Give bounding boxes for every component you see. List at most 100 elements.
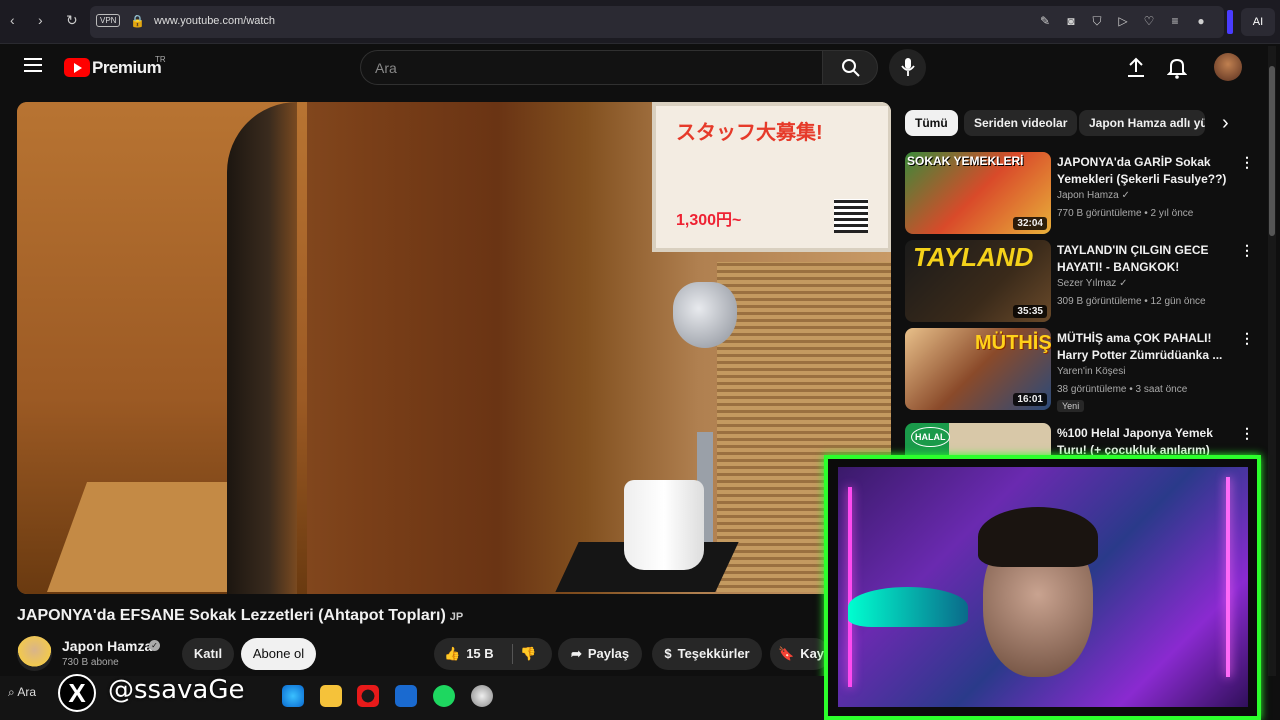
menu-icon[interactable]	[24, 58, 42, 76]
voice-search-button[interactable]	[889, 49, 926, 86]
subscriber-count: 730 B abone	[62, 657, 119, 668]
neon-light	[1226, 477, 1230, 677]
more-options-icon[interactable]: ⋮	[1240, 425, 1254, 442]
verified-icon: ✓	[1119, 278, 1128, 289]
recommendation-item[interactable]: MÜTHİŞ 16:01 MÜTHİŞ ama ÇOK PAHALI! Harr…	[905, 328, 1255, 412]
video-frame-tap	[673, 282, 737, 348]
share-icon: ➦	[570, 646, 582, 661]
list-icon[interactable]: ≡	[1168, 14, 1182, 28]
search-input[interactable]	[361, 51, 822, 84]
bookmark-icon: 🔖	[778, 646, 795, 661]
opera-icon[interactable]	[357, 685, 379, 707]
video-title: JAPONYA'da EFSANE Sokak Lezzetleri (Ahta…	[17, 607, 463, 625]
recommendation-item[interactable]: TAYLAND 35:35 TAYLAND'IN ÇILGIN GECE HAY…	[905, 240, 1255, 322]
brand-name[interactable]: Premium	[92, 58, 162, 78]
search-box[interactable]	[360, 50, 822, 85]
new-badge: Yeni	[1057, 400, 1085, 412]
subscribe-button[interactable]: Abone ol	[241, 638, 316, 670]
country-code: TR	[155, 55, 166, 64]
recommendation-channel-name[interactable]: Sezer Yılmaz	[1057, 278, 1116, 289]
recommendation-thumbnail[interactable]: HALAL	[905, 423, 1051, 457]
chip-all[interactable]: Tümü	[905, 110, 958, 136]
more-options-icon[interactable]: ⋮	[1240, 330, 1254, 347]
search-button[interactable]	[822, 50, 878, 85]
thumbnail-text: HALAL	[911, 427, 950, 447]
reload-icon[interactable]: ↻	[66, 12, 78, 29]
edit-icon[interactable]: ✎	[1038, 14, 1052, 28]
scrollbar-thumb[interactable]	[1269, 66, 1275, 236]
thumbnail-text: SOKAK YEMEKLERİ	[907, 154, 1024, 168]
verified-icon: ✓	[1121, 190, 1130, 201]
recommendation-title[interactable]: MÜTHİŞ ama ÇOK PAHALI! Harry Potter Zümr…	[1057, 330, 1229, 364]
recommendation-channel[interactable]: Yaren'in Köşesi	[1057, 366, 1125, 377]
dislike-icon[interactable]: 👎	[520, 638, 536, 670]
like-icon[interactable]: 👍	[444, 638, 460, 670]
recommendation-title[interactable]: JAPONYA'da GARİP Sokak Yemekleri (Şekerl…	[1057, 154, 1229, 188]
join-button[interactable]: Katıl	[182, 638, 234, 670]
taskbar-search[interactable]: ⌕ Ara	[8, 685, 36, 700]
recommendation-item[interactable]: SOKAK YEMEKLERİ 32:04 JAPONYA'da GARİP S…	[905, 152, 1255, 234]
chip-channel[interactable]: Japon Hamza adlı yü	[1079, 110, 1205, 136]
video-title-text: JAPONYA'da EFSANE Sokak Lezzetleri (Ahta…	[17, 607, 446, 624]
social-handle: @ssavaGe	[108, 675, 245, 705]
taskbar-search-label[interactable]: Ara	[17, 685, 36, 699]
video-player[interactable]: スタッフ大募集! 1,300円~	[17, 102, 891, 594]
title-badge: JP	[449, 611, 464, 623]
like-dislike-group: 👍 15 B 👎	[434, 638, 552, 670]
more-options-icon[interactable]: ⋮	[1240, 154, 1254, 171]
mic-icon	[901, 58, 915, 76]
more-options-icon[interactable]: ⋮	[1240, 242, 1254, 259]
video-frame-cup	[624, 480, 704, 570]
mail-icon[interactable]	[395, 685, 417, 707]
decor-car	[848, 587, 968, 627]
chevron-right-icon[interactable]: ›	[1222, 112, 1229, 135]
app-icon[interactable]	[471, 685, 493, 707]
profile-icon[interactable]: ●	[1194, 14, 1208, 28]
recommendation-channel[interactable]: Sezer Yılmaz ✓	[1057, 278, 1127, 289]
forward-icon[interactable]: ›	[38, 12, 43, 28]
url-text[interactable]: www.youtube.com/watch	[154, 15, 275, 27]
video-frame-poster: スタッフ大募集! 1,300円~	[652, 102, 891, 252]
recommendation-meta: 38 görüntüleme • 3 saat önce	[1057, 384, 1188, 395]
recommendation-thumbnail[interactable]: TAYLAND 35:35	[905, 240, 1051, 322]
chip-series[interactable]: Seriden videolar	[964, 110, 1078, 136]
spotify-icon[interactable]	[433, 685, 455, 707]
account-avatar[interactable]	[1214, 53, 1242, 81]
recommendation-channel[interactable]: Japon Hamza ✓	[1057, 190, 1130, 201]
vpn-badge[interactable]: VPN	[96, 14, 121, 27]
heart-icon[interactable]: ♡	[1142, 14, 1156, 28]
duration-badge: 16:01	[1013, 393, 1047, 406]
address-bar[interactable]: VPN 🔒 www.youtube.com/watch	[90, 6, 1224, 38]
folder-icon[interactable]	[320, 685, 342, 707]
save-button[interactable]: 🔖 Kay	[770, 638, 830, 670]
recommendation-channel-name[interactable]: Japon Hamza	[1057, 190, 1119, 201]
recommendation-title[interactable]: TAYLAND'IN ÇILGIN GECE HAYATI! - BANGKOK…	[1057, 242, 1229, 276]
edge-icon[interactable]	[282, 685, 304, 707]
video-frame-partition	[227, 102, 297, 594]
bell-icon[interactable]	[1167, 57, 1187, 79]
search-icon	[842, 59, 860, 77]
channel-name[interactable]: Japon Hamza	[62, 638, 152, 654]
page-scrollbar[interactable]	[1268, 46, 1276, 676]
back-icon[interactable]: ‹	[10, 12, 15, 28]
shield-icon[interactable]: ⛉	[1090, 14, 1104, 28]
channel-avatar[interactable]	[17, 636, 52, 671]
recommendation-title[interactable]: %100 Helal Japonya Yemek Turu! (+ çocukl…	[1057, 425, 1229, 457]
thanks-icon: $	[664, 646, 672, 661]
thumbnail-text: MÜTHİŞ	[975, 332, 1051, 354]
recommendation-item[interactable]: HALAL %100 Helal Japonya Yemek Turu! (+ …	[905, 423, 1255, 457]
like-count[interactable]: 15 B	[466, 646, 493, 661]
play-icon[interactable]: ▷	[1116, 14, 1130, 28]
recommendation-thumbnail[interactable]: SOKAK YEMEKLERİ 32:04	[905, 152, 1051, 234]
youtube-logo-icon[interactable]	[64, 58, 90, 77]
streamer-hair	[978, 507, 1098, 567]
upload-icon[interactable]	[1126, 57, 1146, 79]
thanks-label: Teşekkürler	[677, 646, 750, 661]
share-button[interactable]: ➦ Paylaş	[558, 638, 642, 670]
thanks-button[interactable]: $ Teşekkürler	[652, 638, 762, 670]
camera-icon[interactable]: ◙	[1064, 14, 1078, 28]
ai-button[interactable]: AI	[1241, 8, 1275, 36]
recommendation-meta: 309 B görüntüleme • 12 gün önce	[1057, 296, 1206, 307]
lock-icon[interactable]: 🔒	[130, 14, 145, 28]
recommendation-thumbnail[interactable]: MÜTHİŞ 16:01	[905, 328, 1051, 410]
